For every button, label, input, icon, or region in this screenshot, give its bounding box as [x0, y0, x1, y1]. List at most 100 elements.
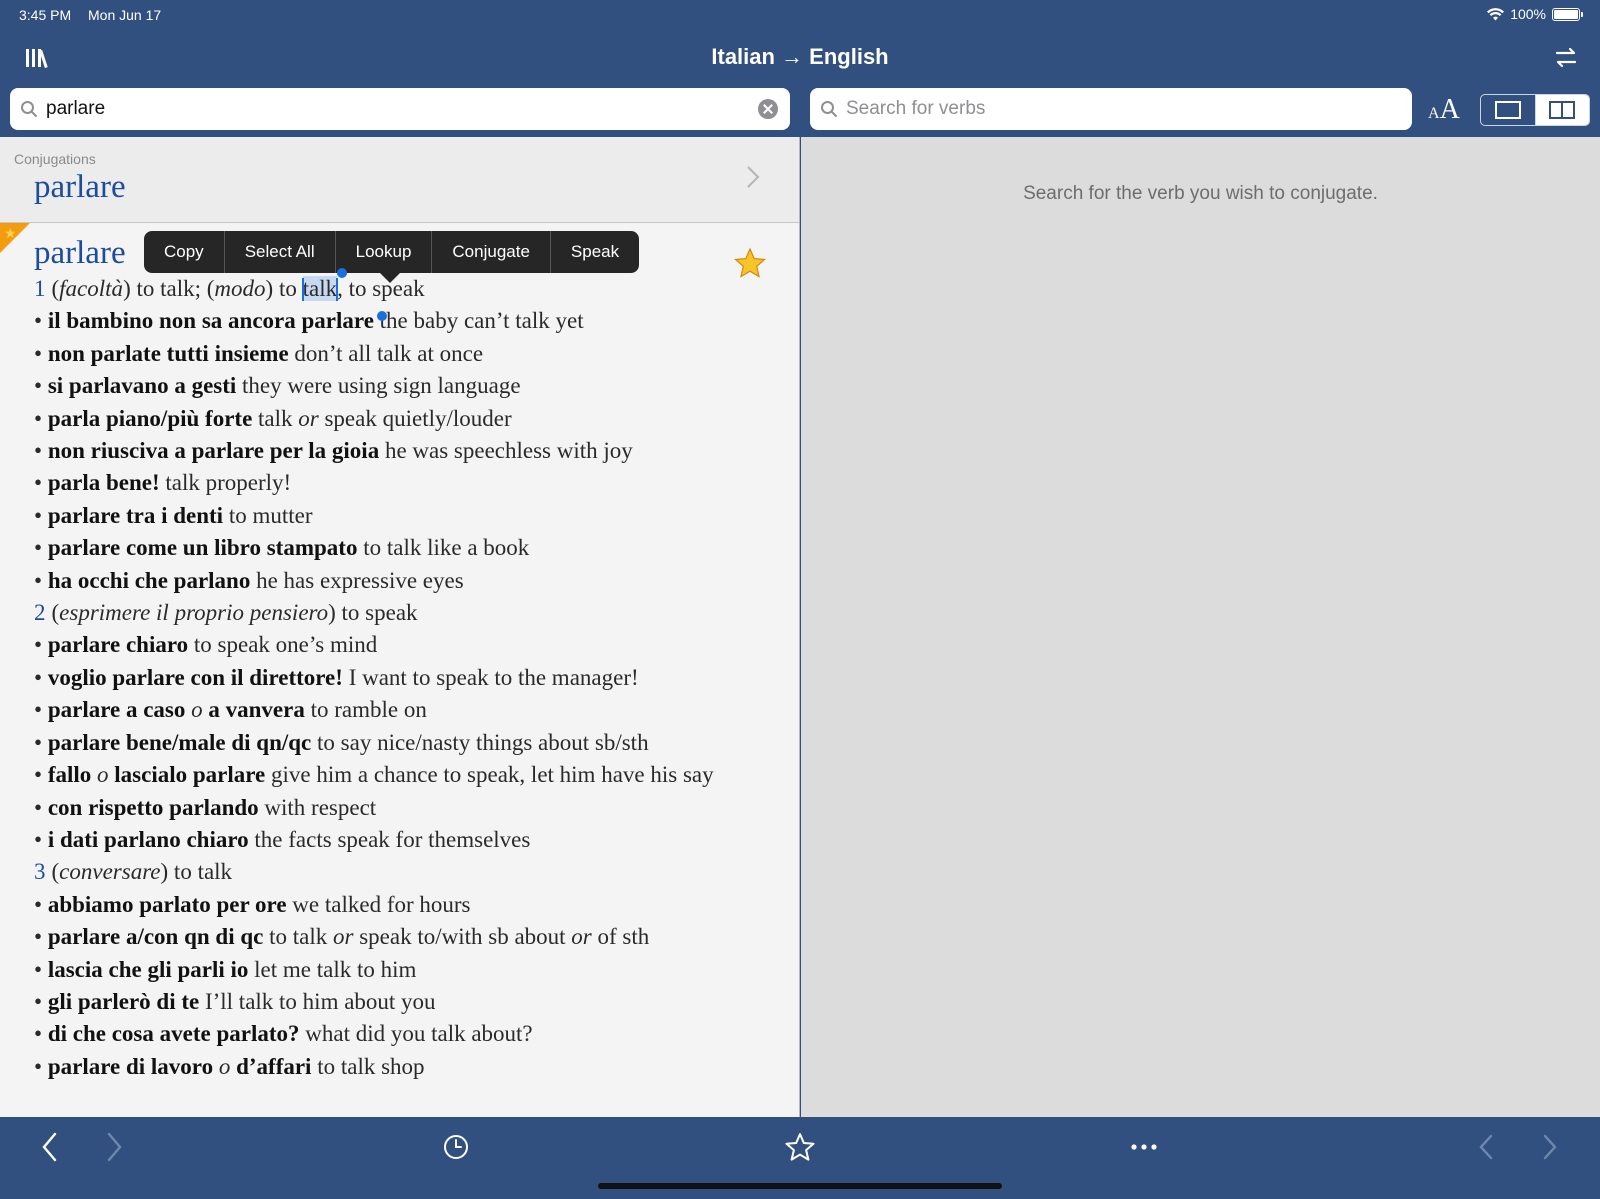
example-italian: parla bene!: [47, 470, 160, 496]
example-italian: parlare di lavoro: [47, 1053, 214, 1079]
example-italian: d’affari: [236, 1053, 312, 1079]
example: • gli parlerò di te I’ll talk to him abo…: [34, 988, 436, 1014]
dictionary-search-field[interactable]: [10, 88, 790, 130]
example-italian: parlare chiaro: [47, 632, 189, 658]
menu-lookup[interactable]: Lookup: [334, 231, 432, 273]
conjugations-verb: parlare: [34, 169, 126, 205]
single-pane-button[interactable]: [1481, 95, 1535, 125]
nav-bar: Italian → English: [0, 36, 1600, 80]
font-size-big-label: A: [1439, 94, 1460, 125]
wifi-icon: [1487, 7, 1505, 20]
example: • parla bene! talk properly!: [34, 470, 292, 496]
example-english: let me talk to him: [248, 956, 417, 982]
example-italian: lascialo parlare: [114, 762, 266, 788]
selection-start-handle[interactable]: [337, 268, 347, 278]
history-icon[interactable]: [440, 1131, 472, 1163]
example-english: what did you talk about?: [299, 1021, 533, 1047]
example-english: he has expressive eyes: [250, 567, 464, 593]
example-english: he was speechless with joy: [379, 438, 633, 464]
example: • ha occhi che parlano he has expressive…: [34, 567, 464, 593]
conjugations-cell[interactable]: Conjugations parlare: [0, 137, 799, 223]
status-right: 100%: [1487, 6, 1583, 22]
example-english: of sth: [591, 924, 650, 950]
example: • parlare come un libro stampato to talk…: [34, 535, 530, 561]
split-pane-icon: [1549, 101, 1576, 119]
dictionary-entry-panel: Conjugations parlare ★ parlare 1 (facoltà…: [0, 137, 800, 1117]
example-english: to say nice/nasty things about sb/sth: [311, 729, 649, 755]
example-english: to speak one’s mind: [188, 632, 378, 658]
single-pane-icon: [1494, 101, 1521, 119]
example-italian: non parlate tutti insieme: [47, 340, 289, 366]
example-italian: parla piano/più forte: [47, 405, 253, 431]
example-italian: parlare come un libro stampato: [47, 535, 358, 561]
split-pane-button[interactable]: [1534, 95, 1589, 125]
page-title: Italian → English: [711, 44, 889, 69]
search-icon: [21, 101, 37, 117]
example-italian: a vanvera: [208, 697, 305, 723]
swap-direction-icon[interactable]: [1554, 46, 1578, 70]
selection-end-handle[interactable]: [377, 311, 387, 321]
or-connector: o: [218, 1053, 231, 1079]
example-italian: gli parlerò di te: [47, 988, 200, 1014]
example: • non riusciva a parlare per la gioia he…: [34, 438, 633, 464]
example-english: the baby can’t talk yet: [373, 308, 584, 334]
font-size-button[interactable]: AA: [1428, 94, 1460, 126]
gloss: modo: [214, 276, 266, 301]
example-english: they were using sign language: [236, 373, 521, 399]
menu-select-all[interactable]: Select All: [223, 231, 335, 273]
edit-context-menu: Copy Select All Lookup Conjugate Speak: [144, 231, 640, 283]
sense-number: 1: [34, 276, 46, 301]
menu-conjugate[interactable]: Conjugate: [431, 231, 550, 273]
example-english: I want to speak to the manager!: [342, 664, 639, 690]
menu-pointer: [380, 273, 400, 283]
status-bar: 3:45 PM Mon Jun 17 100%: [0, 0, 1600, 30]
home-indicator: [598, 1183, 1002, 1189]
search-icon: [821, 101, 837, 117]
example-english: to ramble on: [304, 697, 427, 723]
example-english: we talked for hours: [286, 891, 471, 917]
dictionary-entry: parlare 1 (facoltà) to talk; (modo) to ta…: [34, 233, 794, 1083]
example: • parlare chiaro to speak one’s mind: [34, 632, 378, 658]
example-italian: non riusciva a parlare per la gioia: [47, 438, 380, 464]
chevron-right-icon: [747, 166, 760, 188]
or-connector: or: [571, 924, 592, 950]
favorites-icon[interactable]: [784, 1131, 816, 1163]
example: • voglio parlare con il direttore! I wan…: [34, 664, 639, 690]
example-english: give him a chance to speak, let him have…: [265, 762, 714, 788]
example-italian: il bambino non sa ancora parlare: [47, 308, 374, 334]
example-english: the facts speak for themselves: [248, 826, 531, 852]
example-english: I’ll talk to him about you: [199, 988, 436, 1014]
example-italian: parlare a caso: [47, 697, 186, 723]
example-english: talk properly!: [159, 470, 292, 496]
example: • con rispetto parlando with respect: [34, 794, 377, 820]
next-entry-icon[interactable]: [1534, 1131, 1566, 1163]
clear-search-icon[interactable]: [758, 99, 778, 119]
example-italian: parlare a/con qn di qc: [47, 924, 264, 950]
example-english: don’t all talk at once: [288, 340, 484, 366]
prev-entry-icon[interactable]: [1470, 1131, 1502, 1163]
menu-copy[interactable]: Copy: [144, 231, 224, 273]
or-connector: o: [97, 762, 109, 788]
battery-percent: 100%: [1510, 6, 1546, 22]
forward-icon[interactable]: [98, 1131, 130, 1163]
status-time: 3:45 PM: [19, 7, 72, 23]
example: • parlare di lavoro o d’affari to talk s…: [34, 1053, 425, 1079]
example: • non parlate tutti insieme don’t all ta…: [34, 340, 484, 366]
sense-text: ) to talk; (: [123, 276, 215, 301]
back-icon[interactable]: [34, 1131, 66, 1163]
selected-text[interactable]: talk: [302, 276, 338, 301]
example-italian: voglio parlare con il direttore!: [47, 664, 343, 690]
verb-search-field[interactable]: [810, 88, 1412, 130]
example-italian: fallo: [47, 762, 92, 788]
or-connector: or: [298, 405, 319, 431]
verb-search-input[interactable]: [846, 98, 1412, 120]
dictionary-search-input[interactable]: [46, 98, 758, 120]
example-english: with respect: [258, 794, 377, 820]
menu-speak[interactable]: Speak: [549, 231, 639, 273]
conjugations-caption: Conjugations: [14, 151, 96, 167]
example: • parlare bene/male di qn/qc to say nice…: [34, 729, 649, 755]
example-italian: parlare tra i denti: [47, 502, 224, 528]
example-english: speak quietly/louder: [318, 405, 512, 431]
conjugation-panel: Search for the verb you wish to conjugat…: [801, 137, 1600, 1117]
more-icon[interactable]: [1128, 1131, 1160, 1163]
